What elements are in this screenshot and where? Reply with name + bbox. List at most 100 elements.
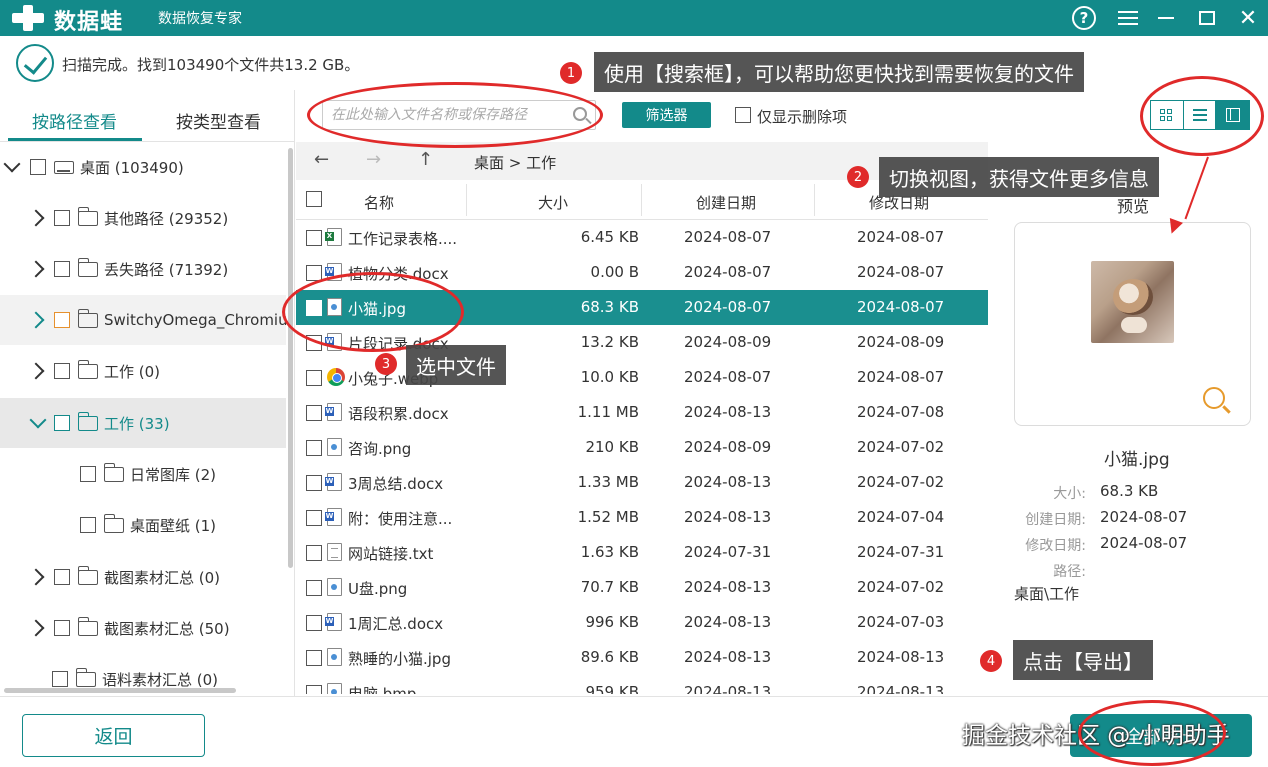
minimize-icon[interactable]: [1152, 4, 1180, 32]
close-icon[interactable]: ✕: [1234, 4, 1262, 32]
column-created-header[interactable]: 创建日期: [696, 192, 756, 213]
file-name: U盘.png: [348, 580, 408, 598]
column-divider: [641, 184, 642, 216]
menu-icon[interactable]: [1114, 4, 1142, 32]
column-size-header[interactable]: 大小: [538, 192, 568, 213]
tree-horizontal-scrollbar[interactable]: [4, 688, 236, 693]
row-checkbox[interactable]: [306, 370, 322, 386]
title-bar: 数据蛙 数据恢复专家 ? ✕: [0, 0, 1268, 36]
forward-arrow-icon[interactable]: →: [366, 149, 381, 170]
tree-checkbox[interactable]: [80, 517, 96, 533]
column-name-header[interactable]: 名称: [364, 192, 394, 213]
tree-item-label: 截图素材汇总 (0): [104, 568, 221, 587]
row-checkbox[interactable]: [306, 510, 322, 526]
chevron-right-icon[interactable]: [27, 260, 45, 278]
file-modified-date: 2024-08-13: [857, 683, 945, 694]
file-name: 咨询.png: [348, 440, 412, 458]
tree-checkbox[interactable]: [54, 569, 70, 585]
tree-item-desktop[interactable]: 桌面 (103490): [0, 142, 286, 192]
tree-checkbox[interactable]: [54, 363, 70, 379]
back-button[interactable]: 返回: [22, 714, 205, 757]
word-file-icon: W: [325, 508, 342, 526]
tree-item-switchyomega[interactable]: SwitchyOmega_Chromium: [0, 295, 286, 345]
file-size: 0.00 B: [590, 263, 639, 281]
view-mode-tabs: 按路径查看 按类型查看: [0, 90, 294, 142]
row-checkbox[interactable]: [306, 405, 322, 421]
select-all-checkbox[interactable]: [306, 191, 322, 207]
table-row[interactable]: U盘.png 70.7 KB 2024-08-13 2024-07-02: [296, 570, 988, 605]
annotation-ellipse-view-switch: [1140, 76, 1264, 156]
tree-item-work-empty[interactable]: 工作 (0): [0, 346, 286, 396]
column-divider: [466, 184, 467, 216]
help-icon[interactable]: ?: [1070, 4, 1098, 32]
row-checkbox[interactable]: [306, 615, 322, 631]
table-row[interactable]: 熟睡的小猫.jpg 89.6 KB 2024-08-13 2024-08-13: [296, 640, 988, 675]
zoom-icon[interactable]: [1203, 387, 1225, 409]
table-row[interactable]: W 附：使用注意... 1.52 MB 2024-08-13 2024-07-0…: [296, 500, 988, 535]
file-size: 210 KB: [585, 438, 639, 456]
table-row[interactable]: 咨询.png 210 KB 2024-08-09 2024-07-02: [296, 430, 988, 465]
chevron-right-icon[interactable]: [27, 568, 45, 586]
chevron-right-icon[interactable]: [27, 362, 45, 380]
up-arrow-icon[interactable]: ↑: [418, 149, 433, 170]
tree-item-work-selected[interactable]: 工作 (33): [0, 398, 286, 448]
chevron-down-icon[interactable]: [29, 411, 47, 429]
callout-select-tip: 选中文件: [406, 345, 506, 385]
filter-button[interactable]: 筛选器: [622, 102, 711, 128]
folder-icon: [77, 411, 98, 431]
back-arrow-icon[interactable]: ←: [314, 149, 329, 170]
folder-icon: [77, 308, 98, 328]
deleted-only-checkbox[interactable]: [735, 107, 751, 123]
file-name: 电脑.bmp: [348, 685, 417, 694]
tree-checkbox[interactable]: [52, 671, 68, 687]
table-row[interactable]: X 工作记录表格.... 6.45 KB 2024-08-07 2024-08-…: [296, 220, 988, 255]
table-row[interactable]: W 语段积累.docx 1.11 MB 2024-08-13 2024-07-0…: [296, 395, 988, 430]
table-row[interactable]: W 1周汇总.docx 996 KB 2024-08-13 2024-07-03: [296, 605, 988, 640]
meta-size-label: 大小:: [1053, 486, 1086, 502]
file-created-date: 2024-08-13: [684, 648, 772, 666]
tree-checkbox[interactable]: [30, 159, 46, 175]
chevron-right-icon[interactable]: [27, 209, 45, 227]
tree-item-lost-paths[interactable]: 丢失路径 (71392): [0, 244, 286, 294]
file-size: 13.2 KB: [580, 333, 639, 351]
table-row[interactable]: 电脑.bmp 959 KB 2024-08-13 2024-08-13: [296, 675, 988, 694]
row-checkbox[interactable]: [306, 440, 322, 456]
tab-by-path[interactable]: 按路径查看: [32, 108, 117, 133]
tree-checkbox[interactable]: [54, 261, 70, 277]
tree-item-daily-gallery[interactable]: 日常图库 (2): [0, 449, 286, 499]
file-created-date: 2024-08-09: [684, 438, 772, 456]
folder-icon: [77, 616, 98, 636]
chevron-down-icon[interactable]: [3, 155, 21, 173]
tree-item-screenshot-assets[interactable]: 截图素材汇总 (50): [0, 603, 286, 653]
tree-checkbox[interactable]: [54, 210, 70, 226]
table-row[interactable]: 小兔子.webp 10.0 KB 2024-08-07 2024-08-07: [296, 360, 988, 395]
tree-item-screenshot-assets-empty[interactable]: 截图素材汇总 (0): [0, 552, 286, 602]
tree-item-desktop-wallpaper[interactable]: 桌面壁纸 (1): [0, 500, 286, 550]
row-checkbox[interactable]: [306, 230, 322, 246]
chevron-right-icon[interactable]: [27, 619, 45, 637]
kitten-thumbnail[interactable]: [1091, 261, 1174, 343]
maximize-icon[interactable]: [1193, 4, 1221, 32]
table-row[interactable]: 网站链接.txt 1.63 KB 2024-07-31 2024-07-31: [296, 535, 988, 570]
table-row[interactable]: W 3周总结.docx 1.33 MB 2024-08-13 2024-07-0…: [296, 465, 988, 500]
file-modified-date: 2024-08-07: [857, 263, 945, 281]
bottom-divider: [0, 696, 1268, 697]
tree-checkbox[interactable]: [54, 415, 70, 431]
file-size: 70.7 KB: [580, 578, 639, 596]
row-checkbox[interactable]: [306, 685, 322, 694]
meta-size-value: 68.3 KB: [1100, 482, 1159, 500]
file-created-date: 2024-07-31: [684, 543, 772, 561]
tree-checkbox[interactable]: [80, 466, 96, 482]
chevron-right-icon[interactable]: [27, 311, 45, 329]
tree-checkbox[interactable]: [54, 312, 70, 328]
tree-vertical-scrollbar[interactable]: [288, 148, 293, 568]
row-checkbox[interactable]: [306, 580, 322, 596]
row-checkbox[interactable]: [306, 475, 322, 491]
tab-by-type[interactable]: 按类型查看: [176, 108, 261, 133]
tree-checkbox[interactable]: [54, 620, 70, 636]
row-checkbox[interactable]: [306, 650, 322, 666]
file-created-date: 2024-08-07: [684, 263, 772, 281]
step-badge-1: 1: [560, 62, 582, 84]
row-checkbox[interactable]: [306, 545, 322, 561]
tree-item-other-paths[interactable]: 其他路径 (29352): [0, 193, 286, 243]
